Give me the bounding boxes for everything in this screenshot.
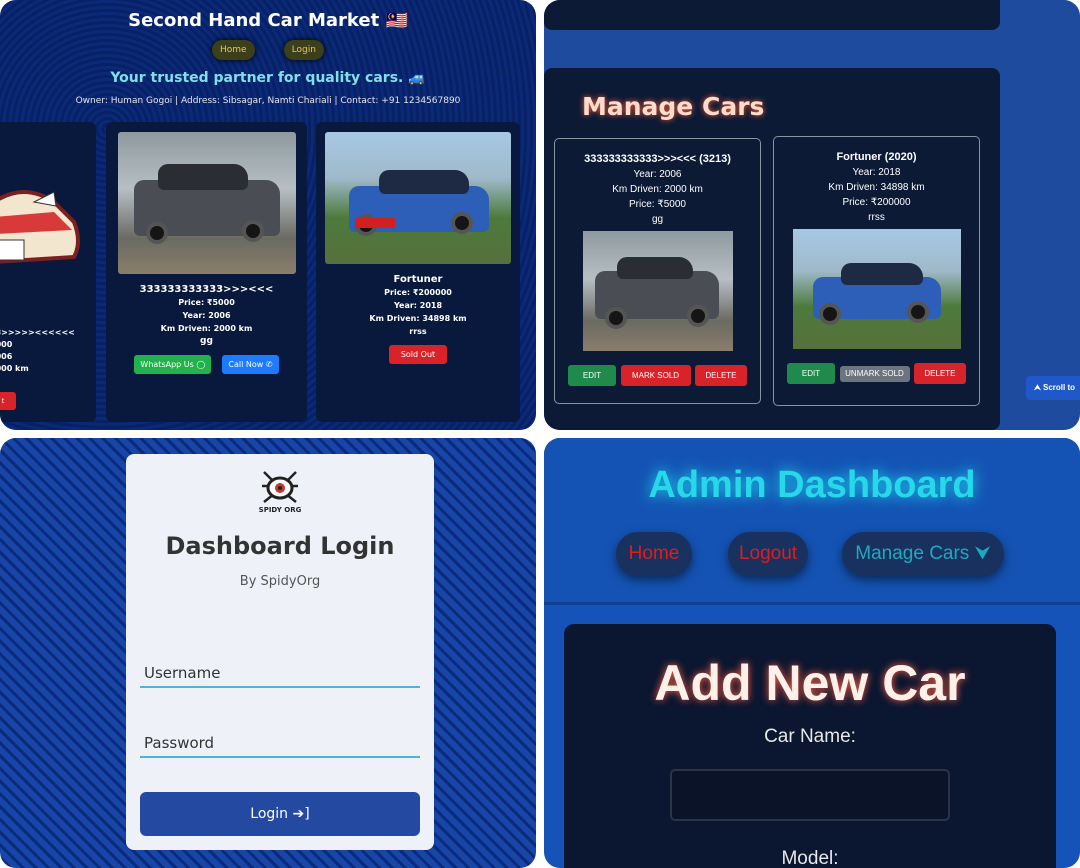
car-note: gg — [651, 214, 664, 225]
login-subtitle: By SpidyOrg — [239, 574, 321, 589]
manage-title: Manage Cars — [582, 92, 765, 121]
car-image — [792, 229, 961, 349]
car-title: Fortuner — [393, 274, 443, 285]
model-label: Model: — [781, 848, 839, 868]
divider — [544, 602, 1080, 605]
car-price: Price: ₹5000 — [629, 199, 686, 210]
car-cartoon-image — [0, 162, 84, 272]
login-title: Dashboard Login — [165, 532, 395, 560]
car-title: 333333333333>>><<< (3213) — [584, 153, 731, 165]
scroll-to-top-button[interactable]: ⮝ Scroll to — [1026, 376, 1080, 400]
delete-button[interactable]: DELETE — [913, 363, 966, 384]
car-km: Km Driven: 2000 km — [160, 324, 253, 333]
manage-card: 333333333333>>><<< (3213) Year: 2006 Km … — [554, 138, 761, 404]
car-price: Price: ₹5000 — [178, 298, 235, 307]
admin-panel: Admin Dashboard Home Logout Manage Cars … — [544, 438, 1080, 868]
manage-panel: Manage Cars 333333333333>>><<< (3213) Ye… — [544, 0, 1080, 430]
partial-card-text: 33>>>>><<<<<< 5000 2006 2000 km — [0, 328, 75, 373]
car-card: 333333333333>>><<< Price: ₹5000 Year: 20… — [106, 122, 307, 422]
car-km: Km Driven: 34898 km — [369, 314, 467, 323]
nav-login[interactable]: Login — [283, 40, 324, 60]
sold-out-button[interactable]: t — [0, 392, 16, 410]
car-year: Year: 2006 — [633, 169, 682, 180]
admin-title: Admin Dashboard — [648, 464, 976, 506]
car-card-partial: 33>>>>><<<<<< 5000 2006 2000 km t — [0, 122, 96, 422]
car-title: 333333333333>>><<< — [139, 284, 274, 295]
login-button[interactable]: Login ➔] — [140, 792, 420, 836]
car-title: Fortuner (2020) — [836, 151, 917, 163]
login-card: SPIDY ORG Dashboard Login By SpidyOrg Us… — [126, 454, 434, 850]
market-panel: Second Hand Car Market 🇲🇾 Home Login You… — [0, 0, 536, 430]
market-header: Second Hand Car Market 🇲🇾 Home Login You… — [0, 0, 536, 112]
username-field[interactable]: Username — [140, 664, 420, 688]
car-note: rrss — [868, 212, 885, 223]
car-name-label: Car Name: — [764, 726, 856, 747]
add-car-form: Add New Car Car Name: Model: — [564, 624, 1056, 868]
unmark-sold-button[interactable]: UNMARK SOLD — [839, 365, 910, 382]
car-note: rrss — [409, 327, 427, 336]
delete-button[interactable]: DELETE — [694, 365, 747, 386]
car-note: gg — [200, 336, 213, 346]
nav-home[interactable]: Home — [212, 40, 255, 60]
car-km: Km Driven: 2000 km — [612, 184, 703, 195]
spider-logo-icon — [260, 468, 300, 508]
admin-nav-manage-cars[interactable]: Manage Cars ⮟ — [842, 532, 1004, 576]
market-tagline: Your trusted partner for quality cars. 🚙 — [110, 70, 426, 86]
edit-button[interactable]: EDIT — [787, 363, 836, 384]
owner-info: Owner: Human Gogoi | Address: Sibsagar, … — [75, 96, 461, 106]
market-title: Second Hand Car Market 🇲🇾 — [128, 10, 408, 31]
sold-out-button[interactable]: Sold Out — [389, 345, 447, 364]
market-nav: Home Login — [0, 37, 536, 60]
car-year: Year: 2006 — [182, 311, 231, 320]
car-card: Fortuner Price: ₹200000 Year: 2018 Km Dr… — [316, 122, 520, 422]
mark-sold-button[interactable]: MARK SOLD — [620, 365, 691, 386]
car-price: Price: ₹200000 — [842, 197, 911, 208]
car-price: Price: ₹200000 — [384, 288, 452, 297]
car-image — [582, 231, 733, 351]
car-image — [325, 132, 511, 264]
car-image — [117, 132, 296, 274]
whatsapp-button[interactable]: WhatsApp Us ◯ — [134, 355, 212, 374]
car-year: Year: 2018 — [393, 301, 443, 310]
car-km: Km Driven: 34898 km — [828, 182, 925, 193]
call-now-button[interactable]: Call Now ✆ — [222, 355, 279, 374]
login-panel: SPIDY ORG Dashboard Login By SpidyOrg Us… — [0, 438, 536, 868]
car-name-input[interactable] — [670, 769, 950, 821]
top-bar — [544, 0, 1000, 30]
edit-button[interactable]: EDIT — [568, 365, 617, 386]
manage-card: Fortuner (2020) Year: 2018 Km Driven: 34… — [773, 136, 980, 406]
admin-header — [544, 438, 1080, 602]
admin-nav-logout[interactable]: Logout — [728, 532, 808, 576]
form-title: Add New Car — [654, 655, 966, 711]
admin-nav-home[interactable]: Home — [616, 532, 692, 576]
car-year: Year: 2018 — [852, 167, 901, 178]
password-field[interactable]: Password — [140, 734, 420, 758]
